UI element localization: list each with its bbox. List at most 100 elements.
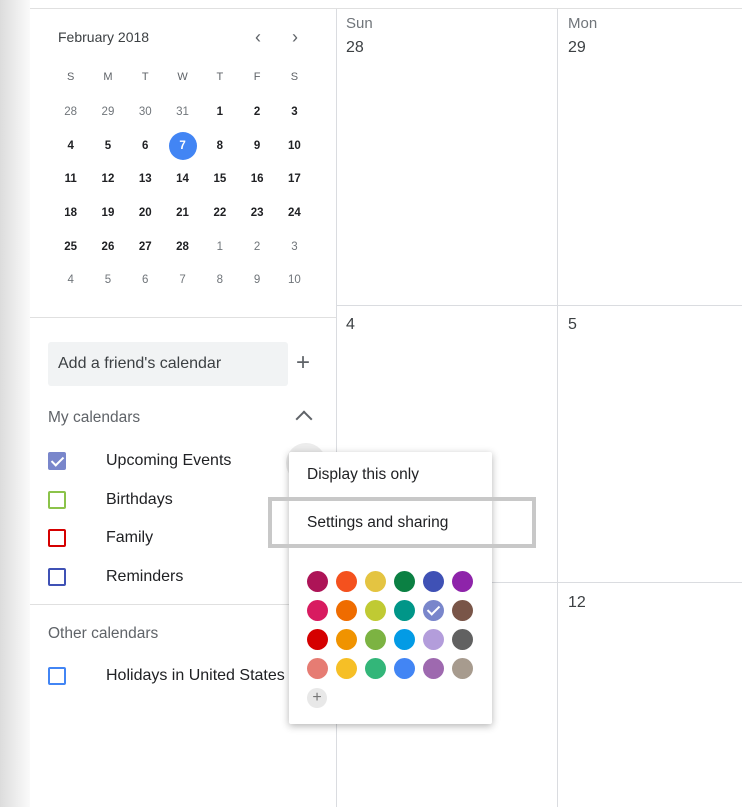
mini-calendar-day[interactable]: 6 [127,274,164,286]
mini-calendar-day[interactable]: 20 [127,207,164,219]
mini-calendar-week: 11 12 13 14 15 16 17 [52,162,313,196]
calendar-label: Reminders [106,567,184,585]
calendar-list-item[interactable]: Reminders [48,562,183,592]
mini-calendar-day[interactable]: 22 [201,207,238,219]
color-swatch[interactable] [365,629,386,650]
mini-calendar-day[interactable]: 21 [164,207,201,219]
mini-calendar-day[interactable]: 8 [201,140,238,152]
mini-calendar-day[interactable]: 9 [238,140,275,152]
color-swatch[interactable] [365,658,386,679]
calendar-label: Birthdays [106,490,173,508]
mini-calendar-day[interactable]: 24 [276,207,313,219]
mini-calendar-day[interactable]: 9 [238,274,275,286]
color-swatch[interactable] [394,600,415,621]
color-swatch[interactable] [336,600,357,621]
calendar-list-item[interactable]: Birthdays [48,485,173,515]
mini-calendar-day[interactable]: 10 [276,274,313,286]
mini-calendar-day[interactable]: 7 [164,274,201,286]
mini-calendar-day[interactable]: 28 [164,241,201,253]
mini-calendar-day[interactable]: 17 [276,173,313,185]
mini-calendar-day[interactable]: 1 [201,106,238,118]
color-swatch[interactable] [452,571,473,592]
mini-calendar-day[interactable]: 5 [89,140,126,152]
calendar-list-item[interactable]: Holidays in United States [48,661,285,691]
mini-calendar-day[interactable]: 29 [89,106,126,118]
mini-calendar-day[interactable]: 12 [89,173,126,185]
mini-calendar-day[interactable]: 11 [52,173,89,185]
color-swatch[interactable] [423,571,444,592]
calendar-list-item[interactable]: Upcoming Events [48,446,231,476]
mini-calendar-day[interactable]: 6 [127,140,164,152]
color-row [307,596,481,625]
mini-calendar-day[interactable]: 3 [276,241,313,253]
chevron-left-icon[interactable]: ‹ [248,27,268,48]
weekday-label: F [253,71,261,83]
mini-calendar-day[interactable]: 26 [89,241,126,253]
calendar-checkbox[interactable] [48,529,66,547]
color-swatch[interactable] [423,629,444,650]
mini-calendar-day[interactable]: 4 [52,274,89,286]
calendar-checkbox[interactable] [48,667,66,685]
mini-calendar-day[interactable]: 27 [127,241,164,253]
mini-calendar-day[interactable]: 1 [201,241,238,253]
mini-calendar-day[interactable]: 25 [52,241,89,253]
chevron-up-icon[interactable] [295,410,313,428]
mini-calendar-day[interactable]: 23 [238,207,275,219]
color-swatch[interactable] [394,571,415,592]
mini-calendar-day[interactable]: 2 [238,106,275,118]
mini-calendar-day[interactable]: 10 [276,140,313,152]
color-swatch[interactable] [394,658,415,679]
weekday-label: T [216,71,224,83]
add-custom-color-icon[interactable]: + [307,687,327,708]
color-swatch[interactable] [307,658,328,679]
mini-calendar-day[interactable]: 3 [276,106,313,118]
color-swatch[interactable] [423,600,444,621]
mini-calendar-day[interactable]: 16 [238,173,275,185]
calendar-checkbox[interactable] [48,567,66,586]
mini-calendar-day[interactable]: 8 [201,274,238,286]
calendar-checkbox[interactable] [48,452,66,470]
mini-calendar-day[interactable]: 19 [89,207,126,219]
mini-calendar-day[interactable]: 15 [201,173,238,185]
weekday-label: S [66,71,75,83]
mini-calendar-day[interactable]: 18 [52,207,89,219]
mini-calendar-month-label: February 2018 [58,29,150,45]
color-swatch[interactable] [307,600,328,621]
day-number[interactable]: 12 [568,594,586,612]
calendar-checkbox[interactable] [48,490,66,509]
day-number[interactable]: 5 [568,316,577,334]
my-calendars-title[interactable]: My calendars [48,409,140,427]
day-number[interactable]: 29 [568,39,586,57]
color-swatch[interactable] [336,571,357,592]
color-swatch[interactable] [452,600,473,621]
mini-calendar-today[interactable]: 7 [164,131,201,160]
color-swatch[interactable] [452,658,473,679]
day-number[interactable]: 28 [346,39,364,57]
mini-calendar-day[interactable]: 4 [52,140,89,152]
color-swatch[interactable] [336,658,357,679]
mini-calendar-day[interactable]: 30 [127,106,164,118]
mini-calendar-day[interactable]: 2 [238,241,275,253]
color-swatch[interactable] [452,629,473,650]
add-calendar-plus-icon[interactable]: + [296,351,310,375]
color-swatch[interactable] [423,658,444,679]
mini-calendar-day[interactable]: 13 [127,173,164,185]
color-swatch[interactable] [365,600,386,621]
color-swatch[interactable] [365,571,386,592]
mini-calendar-day[interactable]: 28 [52,106,89,118]
day-number[interactable]: 4 [346,316,355,334]
display-this-only-item[interactable]: Display this only [289,455,492,495]
color-swatch[interactable] [336,629,357,650]
mini-calendar-day[interactable]: 14 [164,173,201,185]
chevron-right-icon[interactable]: › [285,27,305,48]
color-swatch[interactable] [307,629,328,650]
calendar-list-item[interactable]: Family [48,523,153,553]
color-row [307,654,481,683]
mini-calendar-day[interactable]: 31 [164,106,201,118]
other-calendars-title[interactable]: Other calendars [48,625,158,643]
color-swatch[interactable] [394,629,415,650]
mini-calendar-day[interactable]: 5 [89,274,126,286]
color-swatch[interactable] [307,571,328,592]
highlight-box [268,497,536,548]
add-friend-calendar-input[interactable]: Add a friend's calendar [48,342,288,386]
